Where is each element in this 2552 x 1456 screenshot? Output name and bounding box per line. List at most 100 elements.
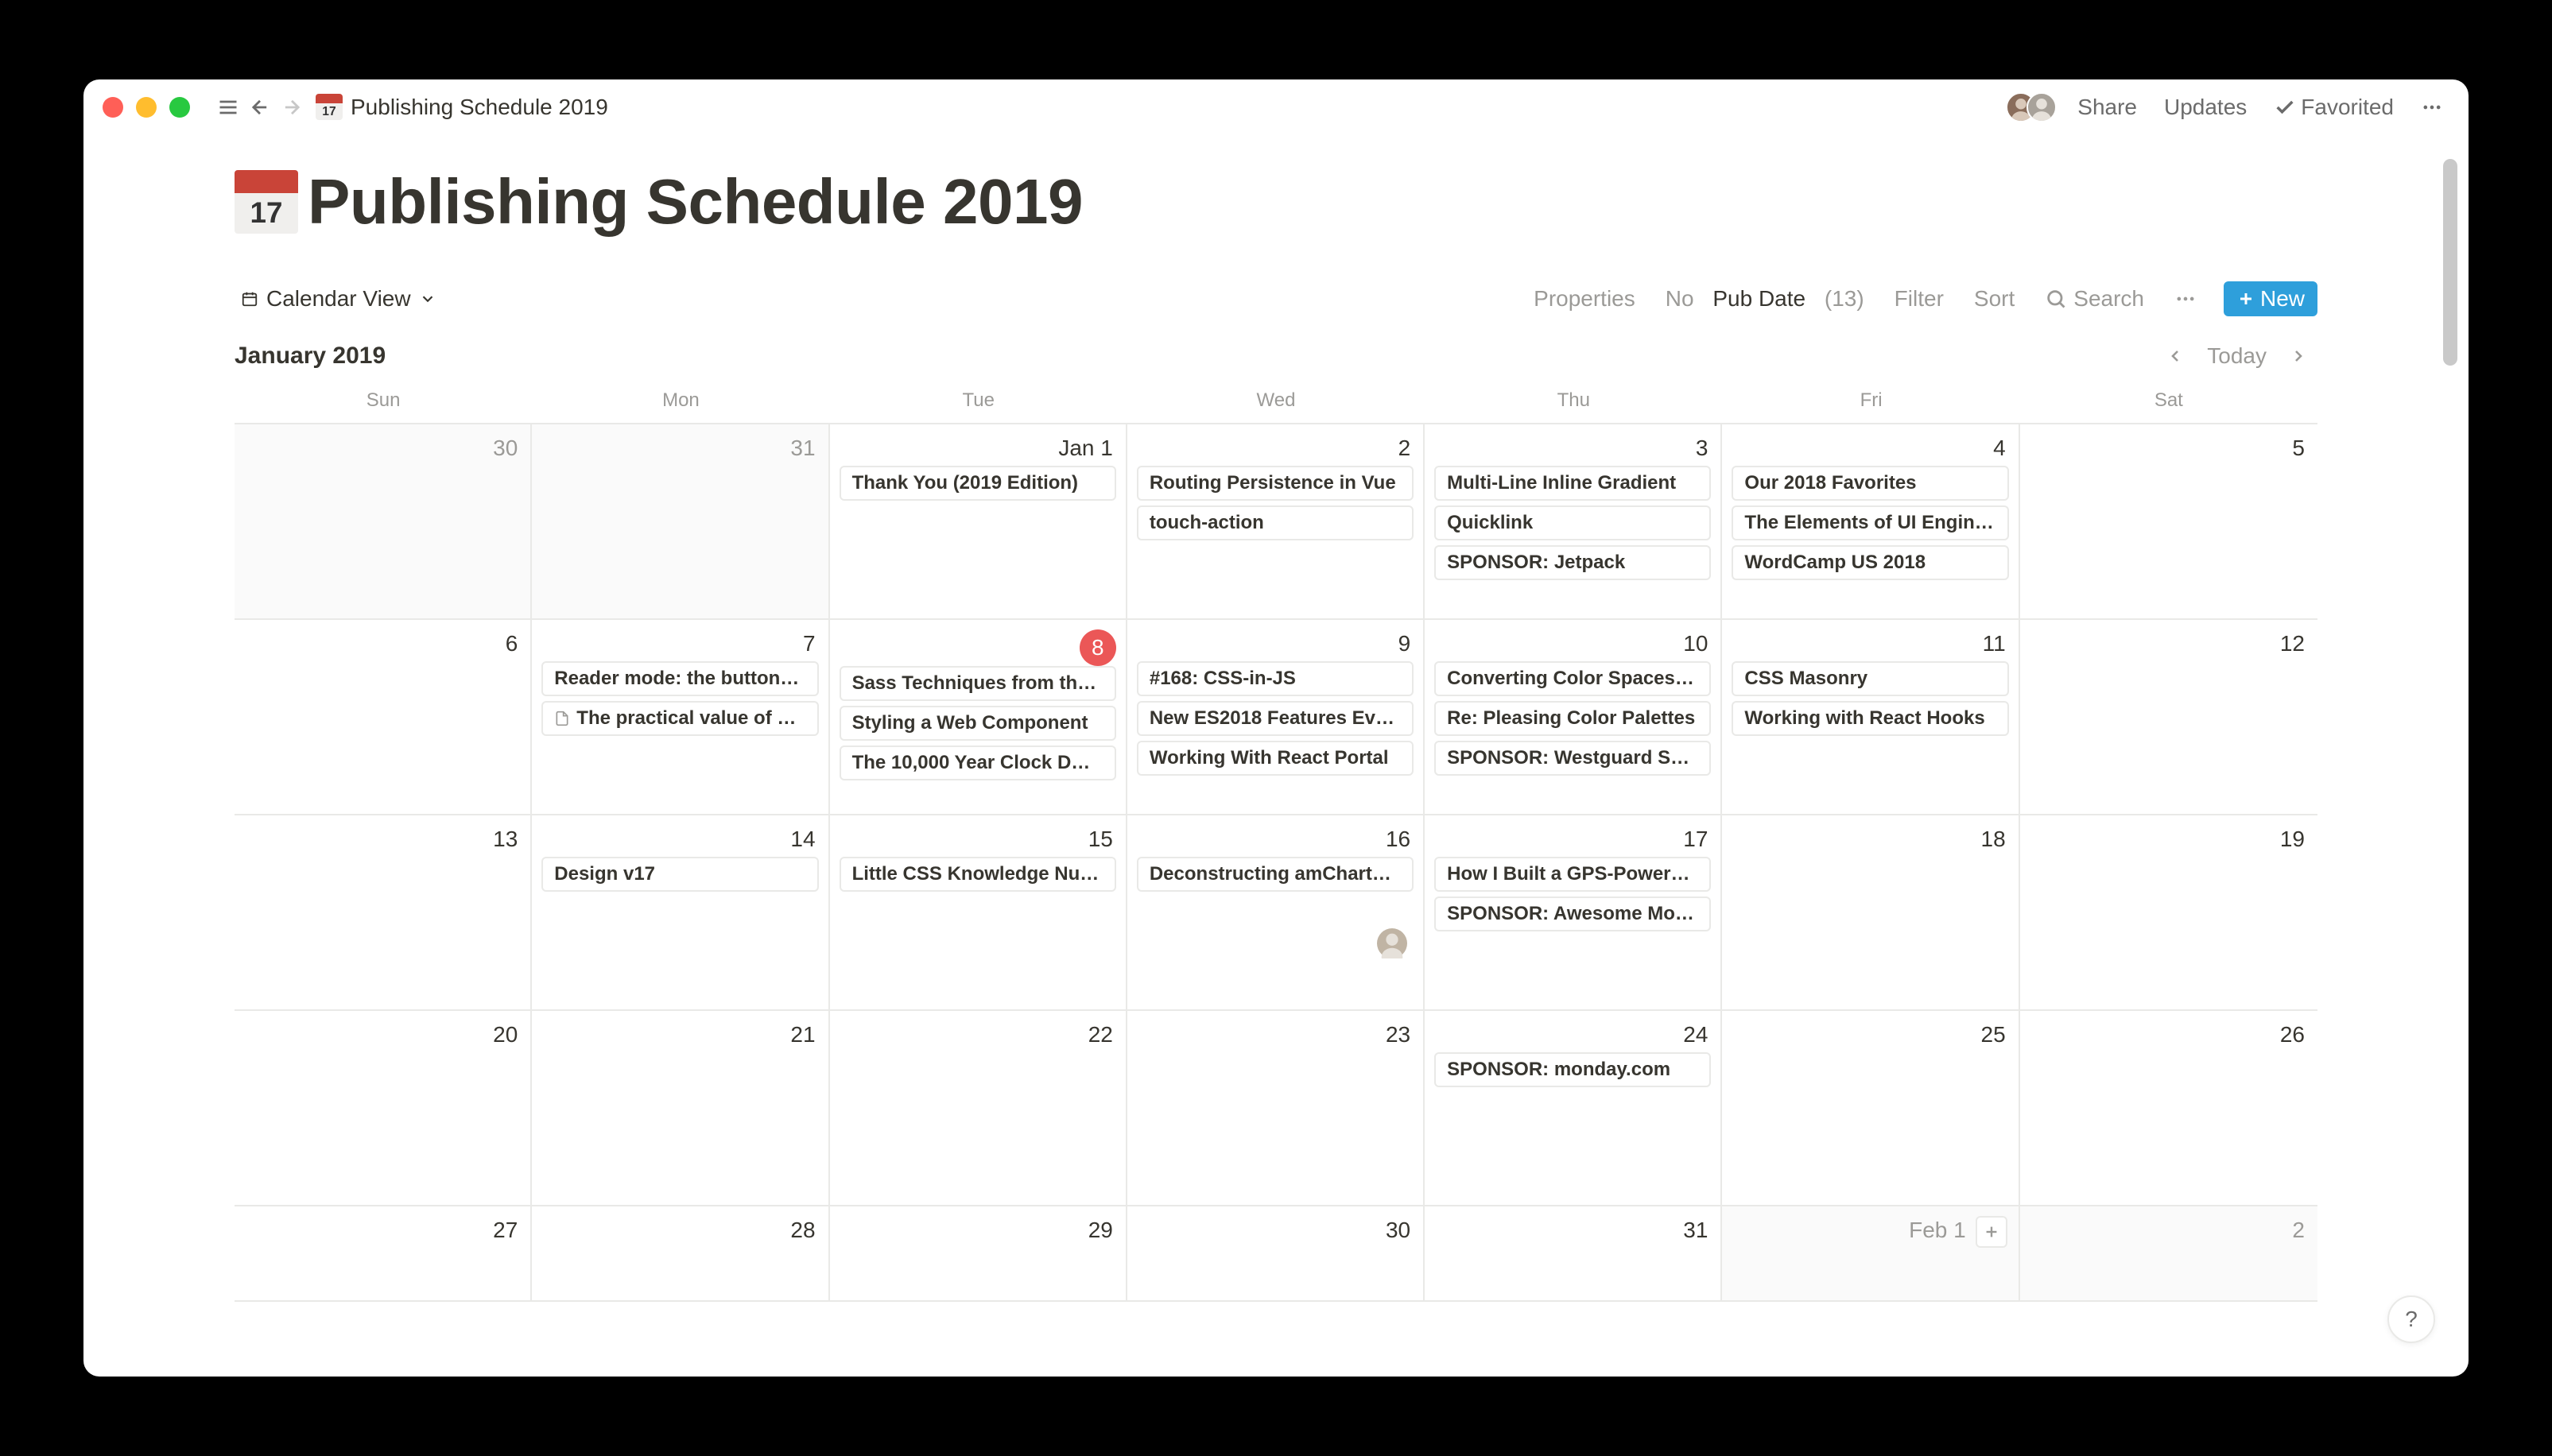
- day-cell[interactable]: 9#168: CSS-in-JSNew ES2018 Features Ev…W…: [1127, 620, 1425, 815]
- event-card[interactable]: CSS Masonry: [1732, 661, 2008, 696]
- event-title: Re: Pleasing Color Palettes: [1447, 707, 1695, 730]
- calendar-week: 67Reader mode: the button…The practical …: [235, 620, 2317, 815]
- breadcrumb[interactable]: 17 Publishing Schedule 2019: [316, 94, 608, 121]
- more-menu-button[interactable]: [2414, 91, 2449, 123]
- event-card[interactable]: Thank You (2019 Edition): [840, 466, 1116, 501]
- day-number: 28: [541, 1214, 818, 1248]
- day-cell[interactable]: 31: [532, 424, 829, 620]
- day-cell[interactable]: 30: [235, 424, 532, 620]
- window-maximize-button[interactable]: [169, 97, 190, 118]
- event-title: CSS Masonry: [1744, 668, 1867, 690]
- day-cell[interactable]: 14Design v17: [532, 815, 829, 1011]
- event-card[interactable]: Reader mode: the button…: [541, 661, 818, 696]
- event-card[interactable]: Little CSS Knowledge Nu…: [840, 857, 1116, 892]
- event-card[interactable]: How I Built a GPS-Power…: [1434, 857, 1711, 892]
- add-event-button[interactable]: [1976, 1216, 2007, 1248]
- day-cell[interactable]: 6: [235, 620, 532, 815]
- day-cell[interactable]: 30: [1127, 1206, 1425, 1302]
- day-cell[interactable]: 12: [2020, 620, 2317, 815]
- day-cell[interactable]: Jan 1Thank You (2019 Edition): [830, 424, 1127, 620]
- event-card[interactable]: Design v17: [541, 857, 818, 892]
- day-cell[interactable]: 4Our 2018 FavoritesThe Elements of UI En…: [1722, 424, 2019, 620]
- view-more-button[interactable]: [2171, 283, 2200, 315]
- event-card[interactable]: The Elements of UI Engin…: [1732, 505, 2008, 540]
- window-close-button[interactable]: [103, 97, 123, 118]
- event-card[interactable]: Routing Persistence in Vue: [1137, 466, 1414, 501]
- plus-icon: [1983, 1223, 2000, 1241]
- view-selector[interactable]: Calendar View: [235, 281, 443, 316]
- day-cell[interactable]: 8Sass Techniques from th…Styling a Web C…: [830, 620, 1127, 815]
- calendar-emoji-icon[interactable]: 17: [235, 170, 298, 234]
- event-card[interactable]: Styling a Web Component: [840, 706, 1116, 741]
- events-list: CSS Masonry Working with React Hooks: [1732, 661, 2008, 736]
- nav-back-button[interactable]: [244, 91, 276, 123]
- event-card[interactable]: SPONSOR: Westguard S…: [1434, 741, 1711, 776]
- sidebar-toggle-button[interactable]: [212, 91, 244, 123]
- day-cell[interactable]: 11CSS MasonryWorking with React Hooks: [1722, 620, 2019, 815]
- events-list: Our 2018 Favorites The Elements of UI Eng…: [1732, 466, 2008, 580]
- event-card[interactable]: Converting Color Spaces…: [1434, 661, 1711, 696]
- day-cell[interactable]: 18: [1722, 815, 2019, 1011]
- event-card[interactable]: Our 2018 Favorites: [1732, 466, 2008, 501]
- prev-month-button[interactable]: [2156, 342, 2194, 370]
- scrollbar-thumb[interactable]: [2443, 159, 2457, 366]
- event-card[interactable]: The 10,000 Year Clock D…: [840, 745, 1116, 780]
- no-date-filter-button[interactable]: No Pub Date (13): [1662, 281, 1867, 316]
- event-card[interactable]: WordCamp US 2018: [1732, 545, 2008, 580]
- event-card[interactable]: SPONSOR: Awesome Mo…: [1434, 896, 1711, 931]
- presence-avatars[interactable]: [2006, 92, 2057, 122]
- event-card[interactable]: #168: CSS-in-JS: [1137, 661, 1414, 696]
- search-button[interactable]: Search: [2042, 281, 2147, 316]
- day-cell[interactable]: 2: [2020, 1206, 2317, 1302]
- event-card[interactable]: SPONSOR: Jetpack: [1434, 545, 1711, 580]
- day-cell[interactable]: 23: [1127, 1011, 1425, 1206]
- day-cell[interactable]: 17How I Built a GPS-Power…SPONSOR: Aweso…: [1425, 815, 1722, 1011]
- event-card[interactable]: Deconstructing amChart…: [1137, 857, 1414, 892]
- window-minimize-button[interactable]: [136, 97, 157, 118]
- day-cell[interactable]: Feb 1: [1722, 1206, 2019, 1302]
- event-card[interactable]: Quicklink: [1434, 505, 1711, 540]
- event-title: Working With React Portal: [1150, 747, 1389, 769]
- event-card[interactable]: Multi-Line Inline Gradient: [1434, 466, 1711, 501]
- day-cell[interactable]: 10Converting Color Spaces…Re: Pleasing C…: [1425, 620, 1722, 815]
- share-button[interactable]: Share: [2071, 90, 2143, 125]
- day-cell[interactable]: 22: [830, 1011, 1127, 1206]
- event-card[interactable]: Sass Techniques from th…: [840, 666, 1116, 701]
- day-cell[interactable]: 20: [235, 1011, 532, 1206]
- day-cell[interactable]: 5: [2020, 424, 2317, 620]
- updates-button[interactable]: Updates: [2158, 90, 2253, 125]
- nav-forward-button[interactable]: [276, 91, 308, 123]
- day-cell[interactable]: 7Reader mode: the button…The practical v…: [532, 620, 829, 815]
- day-cell[interactable]: 31: [1425, 1206, 1722, 1302]
- event-card[interactable]: Working With React Portal: [1137, 741, 1414, 776]
- day-cell[interactable]: 21: [532, 1011, 829, 1206]
- event-card[interactable]: Re: Pleasing Color Palettes: [1434, 701, 1711, 736]
- favorited-button[interactable]: Favorited: [2267, 90, 2400, 125]
- day-cell[interactable]: 15Little CSS Knowledge Nu…: [830, 815, 1127, 1011]
- filter-button[interactable]: Filter: [1891, 281, 1947, 316]
- event-card[interactable]: The practical value of …: [541, 701, 818, 736]
- day-cell[interactable]: 29: [830, 1206, 1127, 1302]
- new-button[interactable]: New: [2224, 281, 2317, 316]
- day-cell[interactable]: 16Deconstructing amChart…: [1127, 815, 1425, 1011]
- day-cell[interactable]: 3Multi-Line Inline GradientQuicklinkSPON…: [1425, 424, 1722, 620]
- next-month-button[interactable]: [2279, 342, 2317, 370]
- day-cell[interactable]: 2Routing Persistence in Vuetouch-action: [1127, 424, 1425, 620]
- event-card[interactable]: New ES2018 Features Ev…: [1137, 701, 1414, 736]
- day-cell[interactable]: 24SPONSOR: monday.com: [1425, 1011, 1722, 1206]
- event-card[interactable]: Working with React Hooks: [1732, 701, 2008, 736]
- assignee-avatar[interactable]: [1377, 928, 1407, 958]
- event-card[interactable]: touch-action: [1137, 505, 1414, 540]
- properties-button[interactable]: Properties: [1530, 281, 1639, 316]
- day-cell[interactable]: 19: [2020, 815, 2317, 1011]
- sort-button[interactable]: Sort: [1971, 281, 2018, 316]
- day-cell[interactable]: 27: [235, 1206, 532, 1302]
- page-title[interactable]: Publishing Schedule 2019: [308, 165, 1083, 238]
- day-cell[interactable]: 13: [235, 815, 532, 1011]
- help-button[interactable]: ?: [2387, 1295, 2435, 1343]
- day-cell[interactable]: 26: [2020, 1011, 2317, 1206]
- today-button[interactable]: Today: [2197, 339, 2276, 374]
- event-card[interactable]: SPONSOR: monday.com: [1434, 1052, 1711, 1087]
- day-cell[interactable]: 25: [1722, 1011, 2019, 1206]
- day-cell[interactable]: 28: [532, 1206, 829, 1302]
